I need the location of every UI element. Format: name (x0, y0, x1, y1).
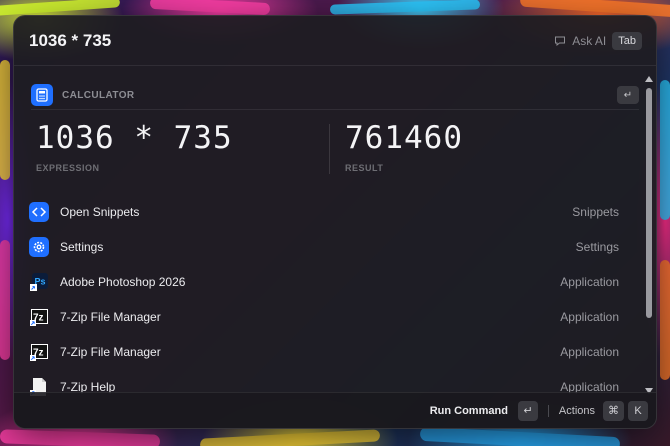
calculator-result-box[interactable]: 761460 RESULT (345, 120, 463, 173)
footer-divider (547, 404, 549, 417)
list-item-kind: Application (560, 309, 619, 324)
ask-ai-label: Ask AI (572, 33, 607, 48)
list-item-kind: Snippets (572, 204, 619, 219)
chat-bubble-icon (555, 36, 566, 46)
enter-key-badge: ↵ (517, 400, 538, 421)
list-item-title: Adobe Photoshop 2026 (60, 274, 186, 289)
list-item-title: Settings (60, 239, 104, 254)
code-icon (29, 201, 49, 222)
list-item[interactable]: Ps Adobe Photoshop 2026 Application (14, 264, 646, 299)
calculator-result: 761460 (345, 120, 463, 156)
photoshop-icon: Ps (29, 272, 49, 292)
copy-result-enter-key[interactable]: ↵ (617, 86, 639, 104)
expression-caption: EXPRESSION (36, 163, 100, 173)
list-item[interactable]: Open Snippets Snippets (14, 194, 646, 229)
list-item-kind: Settings (575, 239, 619, 254)
list-item[interactable]: 7z 7-Zip File Manager Application (14, 334, 646, 369)
list-item[interactable]: Settings Settings (14, 229, 646, 264)
scrollbar-thumb[interactable] (646, 88, 652, 318)
calculator-expression: 1036 * 735 (36, 120, 233, 156)
ask-ai-button[interactable]: Ask AI (554, 34, 606, 48)
command-key-badge: ⌘ (603, 400, 624, 421)
action-footer: Run Command ↵ Actions ⌘ K (14, 392, 656, 428)
actions-button[interactable]: Actions (559, 405, 595, 417)
results-scrollbar[interactable] (645, 76, 653, 394)
list-item[interactable]: 7z 7-Zip File Manager Application (14, 299, 646, 334)
calculator-separator (329, 124, 330, 174)
calculator-expression-box[interactable]: 1036 * 735 EXPRESSION (36, 120, 233, 173)
list-item-kind: Application (560, 344, 619, 359)
k-key-badge: K (628, 400, 648, 421)
calculator-icon (31, 84, 53, 106)
result-caption: RESULT (345, 163, 384, 173)
list-item-title: 7-Zip File Manager (60, 309, 161, 324)
search-input[interactable]: 1036 * 735 (29, 31, 554, 51)
run-command-button[interactable]: Run Command (430, 405, 508, 417)
command-launcher-window: 1036 * 735 Ask AI Tab CALCULATOR ↵ 1036 … (13, 15, 657, 429)
calculator-divider (31, 109, 639, 110)
calculator-header: CALCULATOR ↵ (31, 80, 639, 110)
tab-key-badge: Tab (612, 31, 642, 50)
7zip-icon: 7z (29, 307, 49, 327)
calculator-section-title: CALCULATOR (62, 89, 135, 101)
search-bar[interactable]: 1036 * 735 Ask AI Tab (14, 16, 656, 66)
scroll-up-arrow-icon[interactable] (645, 76, 653, 82)
list-item-title: 7-Zip File Manager (60, 344, 161, 359)
list-item-title: Open Snippets (60, 204, 140, 219)
gear-icon (29, 236, 49, 257)
results-list: Open Snippets Snippets Settings Settings… (14, 194, 646, 404)
list-item-kind: Application (560, 274, 619, 289)
7zip-icon: 7z (29, 342, 49, 362)
